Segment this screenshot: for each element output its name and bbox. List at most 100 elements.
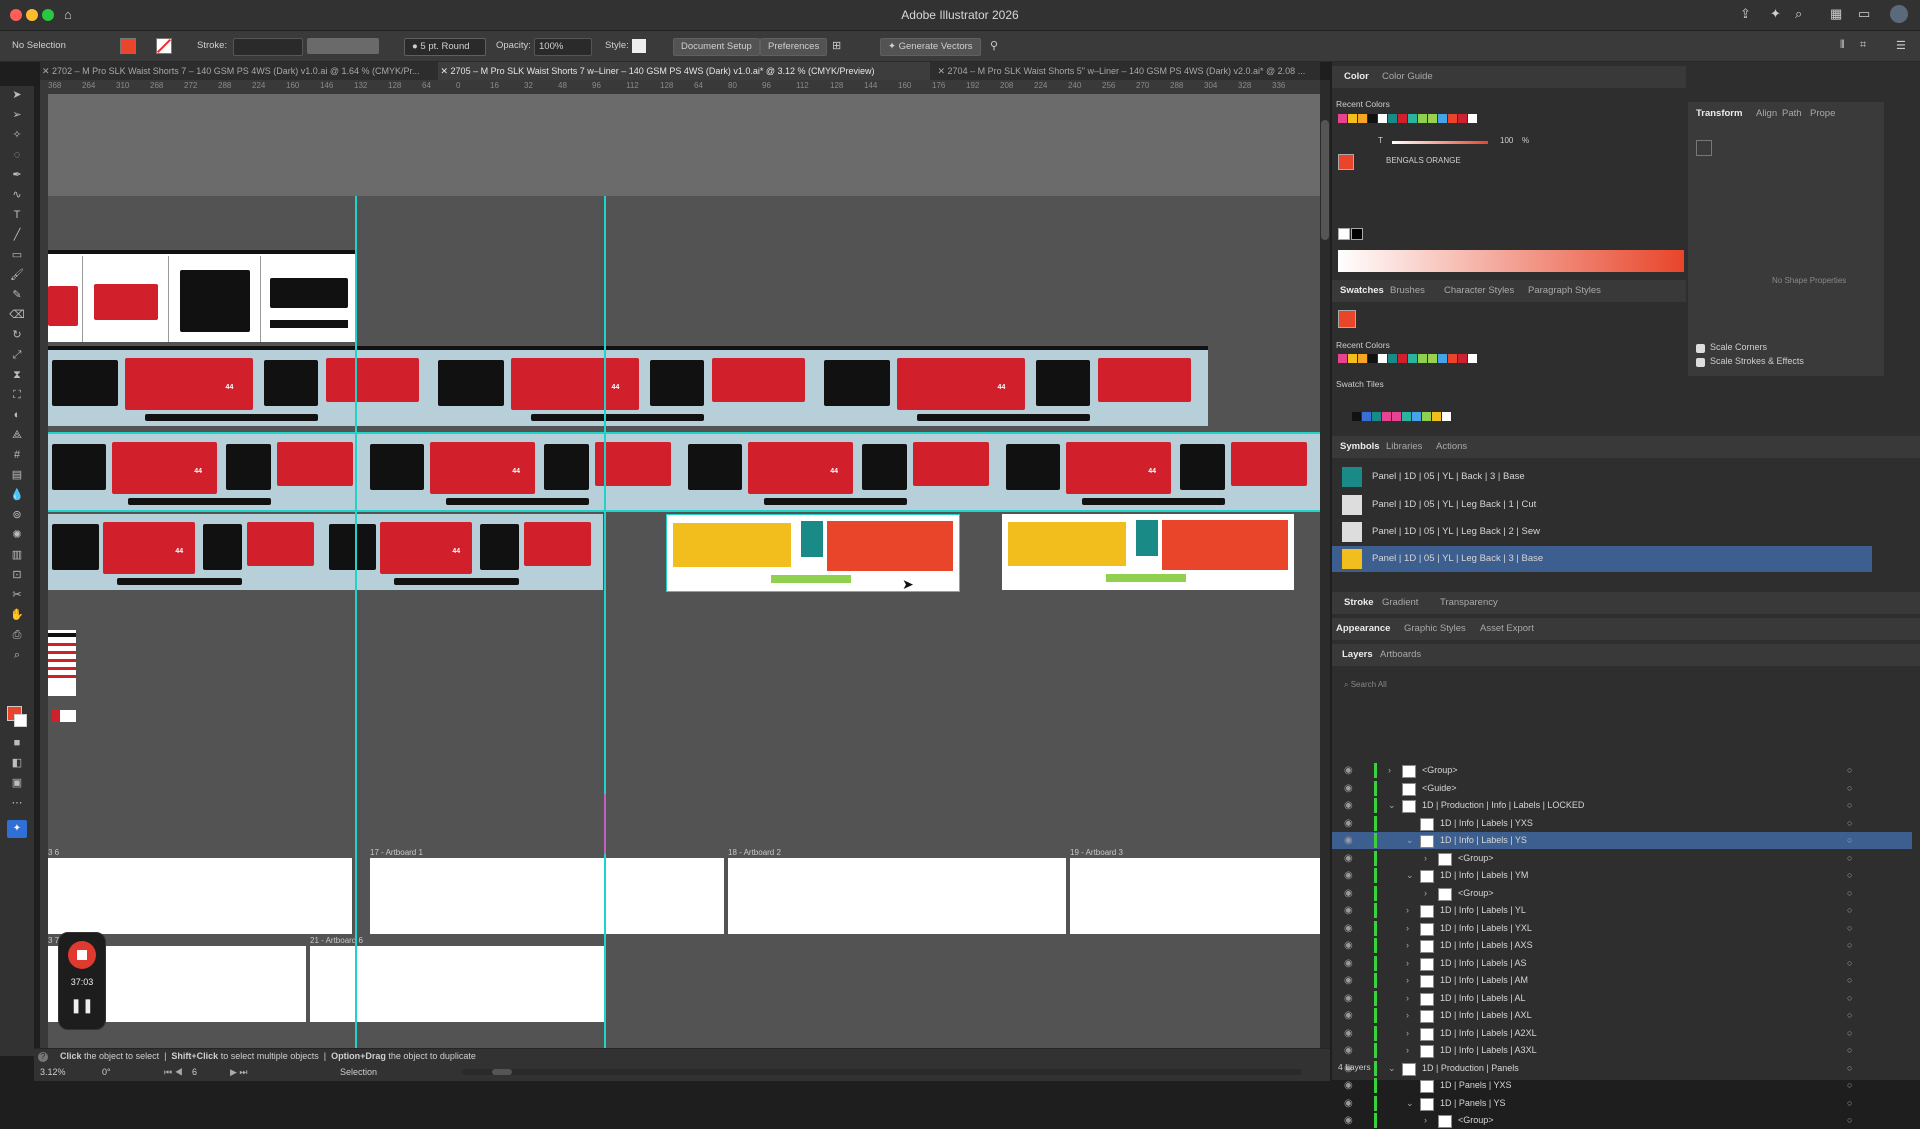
search-icon[interactable]: ⌕: [1795, 6, 1802, 22]
color-swatch[interactable]: [1448, 114, 1457, 123]
layer-row[interactable]: ◉ › 1D | Info | Labels | YL ○: [1332, 902, 1912, 919]
swatch-tile[interactable]: [1432, 412, 1441, 421]
color-swatch[interactable]: [1398, 354, 1407, 363]
screen-recorder-widget[interactable]: 37:03 ❚❚: [58, 932, 106, 1030]
chevron-right-icon[interactable]: ›: [1424, 850, 1427, 867]
lasso-icon[interactable]: ◌: [9, 148, 25, 162]
curvature-tool-icon[interactable]: ∿: [9, 188, 25, 202]
recent-colors-row[interactable]: [1338, 114, 1498, 124]
color-swatch[interactable]: [1388, 114, 1397, 123]
color-swatch[interactable]: [1348, 354, 1357, 363]
layer-row[interactable]: ◉ 1D | Info | Labels | YXS ○: [1332, 815, 1912, 832]
visibility-eye-icon[interactable]: ◉: [1344, 990, 1353, 1007]
tab-color[interactable]: Color: [1344, 71, 1369, 82]
shape-builder-icon[interactable]: ◐: [9, 408, 25, 422]
pin-icon[interactable]: ⚲: [990, 39, 998, 52]
tab-transform[interactable]: Transform: [1696, 108, 1742, 119]
notification-icon[interactable]: ✦: [1770, 6, 1781, 22]
document-setup-button[interactable]: Document Setup: [673, 38, 760, 56]
print-tiling-icon[interactable]: ⎙: [9, 628, 25, 642]
color-swatch[interactable]: [1378, 354, 1387, 363]
chevron-right-icon[interactable]: ›: [1424, 885, 1427, 902]
target-icon[interactable]: ○: [1847, 1025, 1852, 1042]
tab-asset-export[interactable]: Asset Export: [1480, 623, 1534, 634]
symbol-item[interactable]: Panel | 1D | 05 | YL | Back | 3 | Base: [1332, 464, 1872, 490]
line-tool-icon[interactable]: ╱: [9, 228, 25, 242]
tab-properties[interactable]: Prope: [1810, 108, 1835, 119]
production-row-3[interactable]: 44 44: [48, 514, 603, 590]
symbol-item[interactable]: Panel | 1D | 05 | YL | Leg Back | 2 | Se…: [1332, 519, 1872, 545]
layer-row[interactable]: ◉ › 1D | Info | Labels | YXL ○: [1332, 920, 1912, 937]
tab-character-styles[interactable]: Character Styles: [1444, 285, 1514, 296]
tab-gradient[interactable]: Gradient: [1382, 597, 1418, 608]
color-swatch[interactable]: [1418, 354, 1427, 363]
color-swatch[interactable]: [1468, 114, 1477, 123]
visibility-eye-icon[interactable]: ◉: [1344, 885, 1353, 902]
color-mode-icon[interactable]: ■: [9, 736, 25, 750]
visibility-eye-icon[interactable]: ◉: [1344, 797, 1353, 814]
target-icon[interactable]: ○: [1847, 797, 1852, 814]
color-swatch[interactable]: [1398, 114, 1407, 123]
artboard-nav-first-icon[interactable]: ⏮ ◀: [164, 1067, 183, 1078]
swatch-tile[interactable]: [1352, 412, 1361, 421]
color-swatch[interactable]: [1468, 354, 1477, 363]
color-swatch[interactable]: [1348, 114, 1357, 123]
layer-row[interactable]: ◉ › 1D | Info | Labels | AM ○: [1332, 972, 1912, 989]
swatches-recent-row[interactable]: [1338, 354, 1498, 364]
eraser-icon[interactable]: ⌫: [9, 308, 25, 322]
avatar[interactable]: [1890, 5, 1908, 23]
layer-row[interactable]: ◉ › 1D | Info | Labels | AL ○: [1332, 990, 1912, 1007]
tab-color-guide[interactable]: Color Guide: [1382, 71, 1433, 82]
chevron-right-icon[interactable]: ›: [1406, 1025, 1409, 1042]
visibility-eye-icon[interactable]: ◉: [1344, 762, 1353, 779]
chevron-down-icon[interactable]: ⌄: [1388, 1060, 1396, 1077]
rotate-tool-icon[interactable]: ↻: [9, 328, 25, 342]
mesh-tool-icon[interactable]: #: [9, 448, 25, 462]
stroke-color-icon[interactable]: [14, 714, 27, 727]
target-icon[interactable]: ○: [1847, 832, 1852, 849]
graph-tool-icon[interactable]: ▥: [9, 548, 25, 562]
horizontal-ruler[interactable]: 368 264 310 268 272 288 224 160 146 132 128 64 0 16 32…: [40, 80, 1320, 95]
artboard-16[interactable]: [48, 858, 352, 934]
gradient-tool-icon[interactable]: ▤: [9, 468, 25, 482]
zoom-tool-icon[interactable]: ⌕: [9, 648, 25, 662]
tab-transparency[interactable]: Transparency: [1440, 597, 1498, 608]
color-swatch[interactable]: [1448, 354, 1457, 363]
swatch-tiles-row[interactable]: [1352, 412, 1472, 422]
tab-layers[interactable]: Layers: [1342, 649, 1373, 660]
eyedropper-icon[interactable]: 💧: [9, 488, 25, 502]
fill-swatch[interactable]: [120, 38, 136, 54]
vertical-scrollbar[interactable]: [1320, 80, 1330, 1055]
chevron-down-icon[interactable]: ⌄: [1406, 867, 1414, 884]
help-icon[interactable]: ?: [38, 1052, 48, 1062]
target-icon[interactable]: ○: [1847, 1007, 1852, 1024]
symbol-item[interactable]: Panel | 1D | 05 | YL | Leg Back | 1 | Cu…: [1332, 492, 1872, 518]
visibility-eye-icon[interactable]: ◉: [1344, 1025, 1353, 1042]
arrange-documents-icon[interactable]: ⊞: [832, 39, 841, 52]
type-tool-icon[interactable]: T: [9, 208, 25, 222]
color-swatch[interactable]: [1358, 114, 1367, 123]
artboard-tool-icon[interactable]: ⊡: [9, 568, 25, 582]
chevron-down-icon[interactable]: ⌄: [1406, 1095, 1414, 1112]
color-swatch[interactable]: [1338, 114, 1347, 123]
color-swatch[interactable]: [1358, 354, 1367, 363]
opacity-field[interactable]: 100%: [534, 38, 592, 56]
canvas[interactable]: 44 44 44 44 44 44 44 44 44 3 6 17 - Artboard 1…: [48, 94, 1320, 1054]
layers-search-field[interactable]: ⌕ Search All: [1344, 680, 1814, 694]
yellow-orange-artboard[interactable]: [666, 514, 960, 592]
color-swatch[interactable]: [1368, 354, 1377, 363]
layer-row[interactable]: ◉ ⌄ 1D | Info | Labels | YS ○: [1332, 832, 1912, 849]
chevron-right-icon[interactable]: ›: [1406, 955, 1409, 972]
reference-point-icon[interactable]: [1696, 140, 1712, 156]
color-swatch[interactable]: [1378, 114, 1387, 123]
color-swatch[interactable]: [1408, 114, 1417, 123]
target-icon[interactable]: ○: [1847, 762, 1852, 779]
zoom-dropdown[interactable]: 3.12%: [40, 1067, 66, 1077]
visibility-eye-icon[interactable]: ◉: [1344, 867, 1353, 884]
width-tool-icon[interactable]: ⧗: [9, 368, 25, 382]
color-swatch[interactable]: [1418, 114, 1427, 123]
target-icon[interactable]: ○: [1847, 780, 1852, 797]
visibility-eye-icon[interactable]: ◉: [1344, 832, 1353, 849]
tab-artboards[interactable]: Artboards: [1380, 649, 1421, 660]
chevron-down-icon[interactable]: ⌄: [1388, 797, 1396, 814]
